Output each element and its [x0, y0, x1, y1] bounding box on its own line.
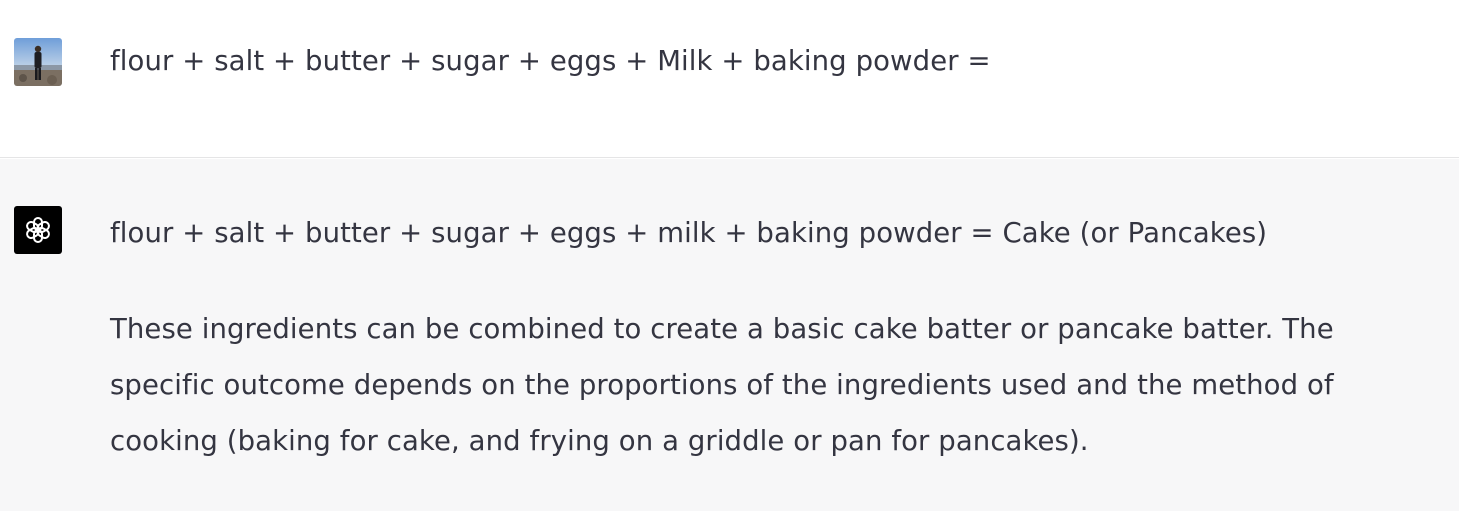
assistant-answer-text: flour + salt + butter + sugar + eggs + m…	[110, 217, 1268, 249]
assistant-message-text-container: flour + salt + butter + sugar + eggs + m…	[110, 205, 1399, 469]
assistant-avatar	[14, 206, 62, 254]
user-message-text: flour + salt + butter + sugar + eggs + M…	[110, 45, 991, 77]
assistant-message: flour + salt + butter + sugar + eggs + m…	[0, 159, 1459, 511]
conversation-thread: flour + salt + butter + sugar + eggs + M…	[0, 0, 1459, 511]
user-photo	[14, 38, 62, 86]
user-message-text-container: flour + salt + butter + sugar + eggs + M…	[110, 33, 1399, 89]
user-message: flour + salt + butter + sugar + eggs + M…	[0, 0, 1459, 158]
assistant-explanation-text: These ingredients can be combined to cre…	[110, 313, 1343, 457]
user-avatar	[14, 38, 62, 86]
openai-logo-icon	[26, 217, 50, 243]
